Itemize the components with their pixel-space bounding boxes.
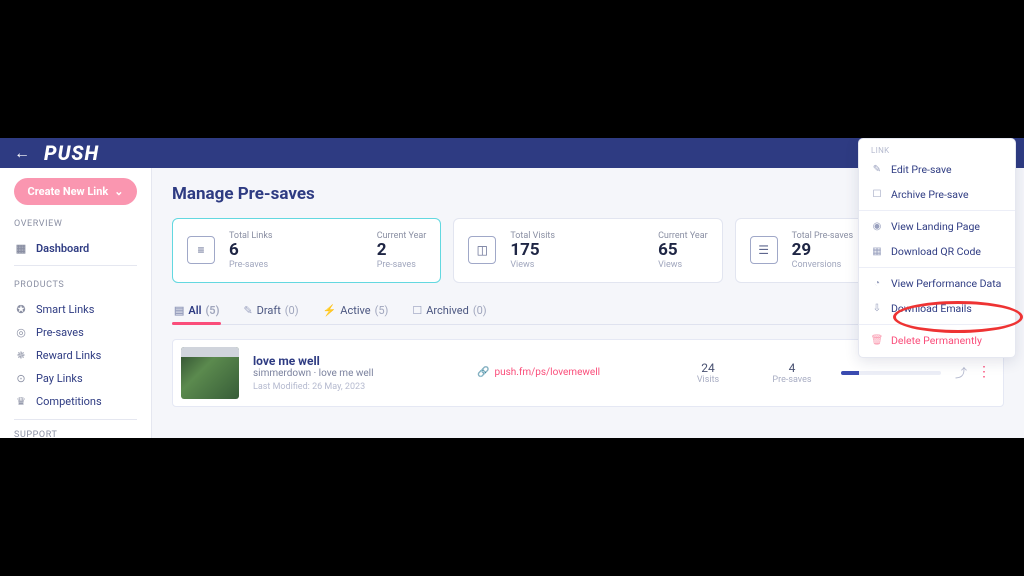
stat-value: 6 — [229, 241, 273, 260]
menu-item-view-performance[interactable]: ◔ View Performance Data — [859, 271, 1015, 296]
row-visits-label: Visits — [673, 375, 743, 385]
tab-count: (0) — [285, 304, 299, 317]
chart-icon: ◔ — [871, 278, 883, 289]
stat-value: 175 — [510, 241, 555, 260]
tab-label: All — [188, 304, 201, 317]
links-icon: ≡ — [187, 236, 215, 264]
tab-count: (0) — [473, 304, 487, 317]
menu-item-label: View Landing Page — [891, 220, 980, 233]
bolt-icon: ⚡ — [323, 304, 337, 317]
menu-item-view-landing[interactable]: ◉ View Landing Page — [859, 214, 1015, 239]
link-icon: 🔗 — [477, 367, 489, 378]
sidebar-item-label: Dashboard — [36, 242, 89, 255]
sidebar-item-pay-links[interactable]: ⊙ Pay Links — [14, 367, 137, 390]
menu-item-label: Delete Permanently — [891, 334, 982, 347]
sidebar-item-label: Smart Links — [36, 303, 94, 316]
tab-draft[interactable]: ✎ Draft (0) — [241, 297, 300, 324]
create-new-link-label: Create New Link — [28, 185, 109, 198]
stat-sublabel: Pre-saves — [377, 260, 427, 270]
tab-count: (5) — [375, 304, 389, 317]
link-icon: ✪ — [14, 303, 28, 316]
menu-item-edit[interactable]: ✎ Edit Pre-save — [859, 157, 1015, 182]
stat-sublabel: Views — [510, 260, 555, 270]
row-link[interactable]: 🔗 push.fm/ps/lovemewell — [477, 367, 659, 378]
menu-header: LINK — [859, 143, 1015, 157]
logo: PUSH — [44, 141, 99, 165]
create-new-link-button[interactable]: Create New Link ⌄ — [14, 178, 137, 205]
sidebar-item-label: Pay Links — [36, 372, 83, 385]
sidebar: Create New Link ⌄ OVERVIEW ▦ Dashboard P… — [0, 168, 152, 438]
edit-icon: ✎ — [871, 164, 883, 175]
pay-icon: ⊙ — [14, 372, 28, 385]
eye-icon: ◉ — [871, 221, 883, 232]
row-visits-value: 24 — [673, 361, 743, 375]
download-icon: ⇩ — [871, 303, 883, 314]
tab-active[interactable]: ⚡ Active (5) — [321, 297, 391, 324]
stat-card-total-links[interactable]: ≡ Total Links 6 Pre-saves Current Year 2… — [172, 218, 441, 283]
row-subtitle: simmerdown · love me well — [253, 368, 463, 379]
tab-count: (5) — [205, 304, 219, 317]
sidebar-item-smart-links[interactable]: ✪ Smart Links — [14, 298, 137, 321]
archive-icon: ☐ — [412, 304, 422, 317]
stat-value: 29 — [792, 241, 853, 260]
dashboard-icon: ▦ — [14, 242, 28, 255]
qr-icon: ▦ — [871, 246, 883, 257]
row-presaves-label: Pre-saves — [757, 375, 827, 385]
menu-item-label: Download Emails — [891, 302, 972, 315]
row-modified: Last Modified: 26 May, 2023 — [253, 382, 463, 392]
menu-separator — [859, 324, 1015, 325]
stat-value: 65 — [658, 241, 708, 260]
sidebar-item-label: Pre-saves — [36, 326, 84, 339]
sidebar-header-overview: OVERVIEW — [14, 219, 137, 229]
more-actions-button[interactable]: ⋮ — [977, 370, 991, 376]
context-menu: LINK ✎ Edit Pre-save ☐ Archive Pre-save … — [858, 138, 1016, 358]
stat-sublabel: Views — [658, 260, 708, 270]
sidebar-item-competitions[interactable]: ♛ Competitions — [14, 390, 137, 413]
stat-sublabel: Pre-saves — [229, 260, 273, 270]
menu-item-label: View Performance Data — [891, 277, 1001, 290]
tab-all[interactable]: ▤ All (5) — [172, 297, 221, 324]
menu-item-label: Edit Pre-save — [891, 163, 952, 176]
row-link-text: push.fm/ps/lovemewell — [494, 367, 600, 378]
sidebar-item-label: Reward Links — [36, 349, 101, 362]
tab-archived[interactable]: ☐ Archived (0) — [410, 297, 488, 324]
menu-separator — [859, 210, 1015, 211]
sidebar-item-label: Competitions — [36, 395, 102, 408]
menu-item-label: Download QR Code — [891, 245, 981, 258]
stat-card-total-visits[interactable]: ◫ Total Visits 175 Views Current Year 65… — [453, 218, 722, 283]
sidebar-header-support: SUPPORT — [14, 419, 137, 440]
stat-value: 2 — [377, 241, 427, 260]
presave-icon: ◎ — [14, 326, 28, 339]
draft-icon: ✎ — [243, 304, 252, 317]
row-presaves-value: 4 — [757, 361, 827, 375]
sidebar-item-reward-links[interactable]: ✵ Reward Links — [14, 344, 137, 367]
presave-count-icon: ☰ — [750, 236, 778, 264]
menu-separator — [859, 267, 1015, 268]
sidebar-header-products: PRODUCTS — [14, 280, 137, 290]
chevron-down-icon: ⌄ — [114, 185, 123, 198]
share-icon[interactable]: ⤴ — [955, 364, 967, 381]
archive-icon: ☐ — [871, 189, 883, 200]
menu-item-delete[interactable]: 🗑 Delete Permanently — [859, 328, 1015, 353]
menu-item-archive[interactable]: ☐ Archive Pre-save — [859, 182, 1015, 207]
tab-label: Archived — [426, 304, 469, 317]
stack-icon: ▤ — [174, 304, 184, 317]
menu-item-download-qr[interactable]: ▦ Download QR Code — [859, 239, 1015, 264]
menu-item-download-emails[interactable]: ⇩ Download Emails — [859, 296, 1015, 321]
menu-item-label: Archive Pre-save — [891, 188, 969, 201]
trophy-icon: ♛ — [14, 395, 28, 408]
sidebar-item-pre-saves[interactable]: ◎ Pre-saves — [14, 321, 137, 344]
thumbnail — [181, 347, 239, 399]
reward-icon: ✵ — [14, 349, 28, 362]
visits-icon: ◫ — [468, 236, 496, 264]
sidebar-item-dashboard[interactable]: ▦ Dashboard — [14, 237, 137, 266]
back-arrow-icon[interactable]: ← — [14, 143, 30, 163]
progress-bar — [841, 371, 941, 375]
row-title: love me well — [253, 354, 463, 368]
tab-label: Active — [340, 304, 370, 317]
trash-icon: 🗑 — [871, 335, 883, 346]
stat-sublabel: Conversions — [792, 260, 853, 270]
tab-label: Draft — [257, 304, 281, 317]
